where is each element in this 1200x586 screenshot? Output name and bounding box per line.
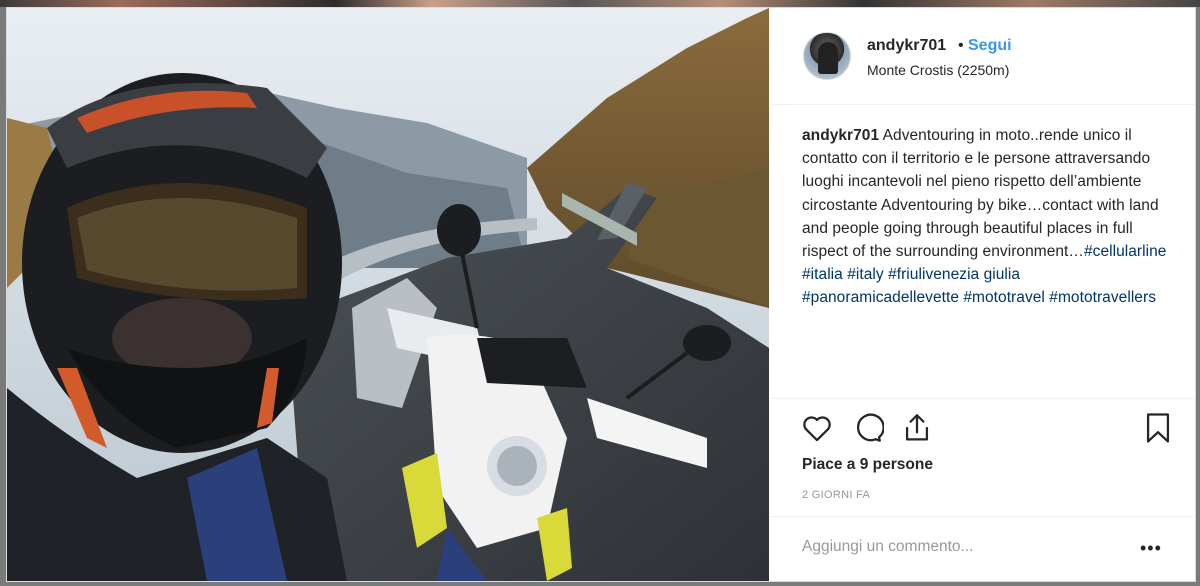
post-header: andykr701 • Segui Monte Crostis (2250m) bbox=[770, 8, 1195, 105]
hashtag-link[interactable]: #friulivenezia giulia bbox=[888, 266, 1020, 283]
hashtag-link[interactable]: #italia bbox=[802, 266, 843, 283]
caption-username-link[interactable]: andykr701 bbox=[802, 127, 879, 144]
caption-text: Adventouring in moto..rende unico il con… bbox=[802, 127, 1159, 261]
divider bbox=[770, 516, 1195, 517]
share-icon[interactable] bbox=[900, 411, 936, 447]
hashtag-link[interactable]: #mototravel bbox=[963, 289, 1045, 306]
post-timestamp: 2 GIORNI FA bbox=[802, 489, 871, 501]
photo-illustration bbox=[7, 8, 769, 581]
bookmark-icon[interactable] bbox=[1141, 411, 1177, 447]
post-modal: andykr701 • Segui Monte Crostis (2250m) … bbox=[6, 7, 1196, 582]
avatar[interactable] bbox=[803, 32, 851, 80]
follow-button[interactable]: Segui bbox=[968, 37, 1012, 55]
post-details-panel: andykr701 • Segui Monte Crostis (2250m) … bbox=[770, 8, 1195, 581]
post-photo bbox=[7, 8, 769, 581]
comment-input[interactable]: Aggiungi un commento... bbox=[802, 538, 973, 556]
avatar-figure bbox=[818, 42, 838, 74]
more-options-button[interactable]: ••• bbox=[1140, 538, 1162, 559]
comment-icon[interactable] bbox=[850, 411, 886, 447]
post-caption: andykr701 Adventouring in moto..rende un… bbox=[802, 124, 1174, 310]
divider bbox=[770, 398, 1195, 399]
likes-count[interactable]: Piace a 9 persone bbox=[802, 456, 933, 474]
username-link[interactable]: andykr701 bbox=[867, 37, 946, 55]
background-strip bbox=[0, 0, 1200, 7]
hashtag-link[interactable]: #panoramicadellevette bbox=[802, 289, 959, 306]
hashtag-link[interactable]: #italy bbox=[847, 266, 883, 283]
separator-dot: • bbox=[958, 37, 964, 54]
heart-icon[interactable] bbox=[800, 411, 836, 447]
hashtag-link[interactable]: #mototravellers bbox=[1049, 289, 1156, 306]
post-actions bbox=[800, 411, 1175, 447]
hashtag-link[interactable]: #cellularline bbox=[1084, 243, 1167, 260]
location-link[interactable]: Monte Crostis (2250m) bbox=[867, 62, 1009, 78]
